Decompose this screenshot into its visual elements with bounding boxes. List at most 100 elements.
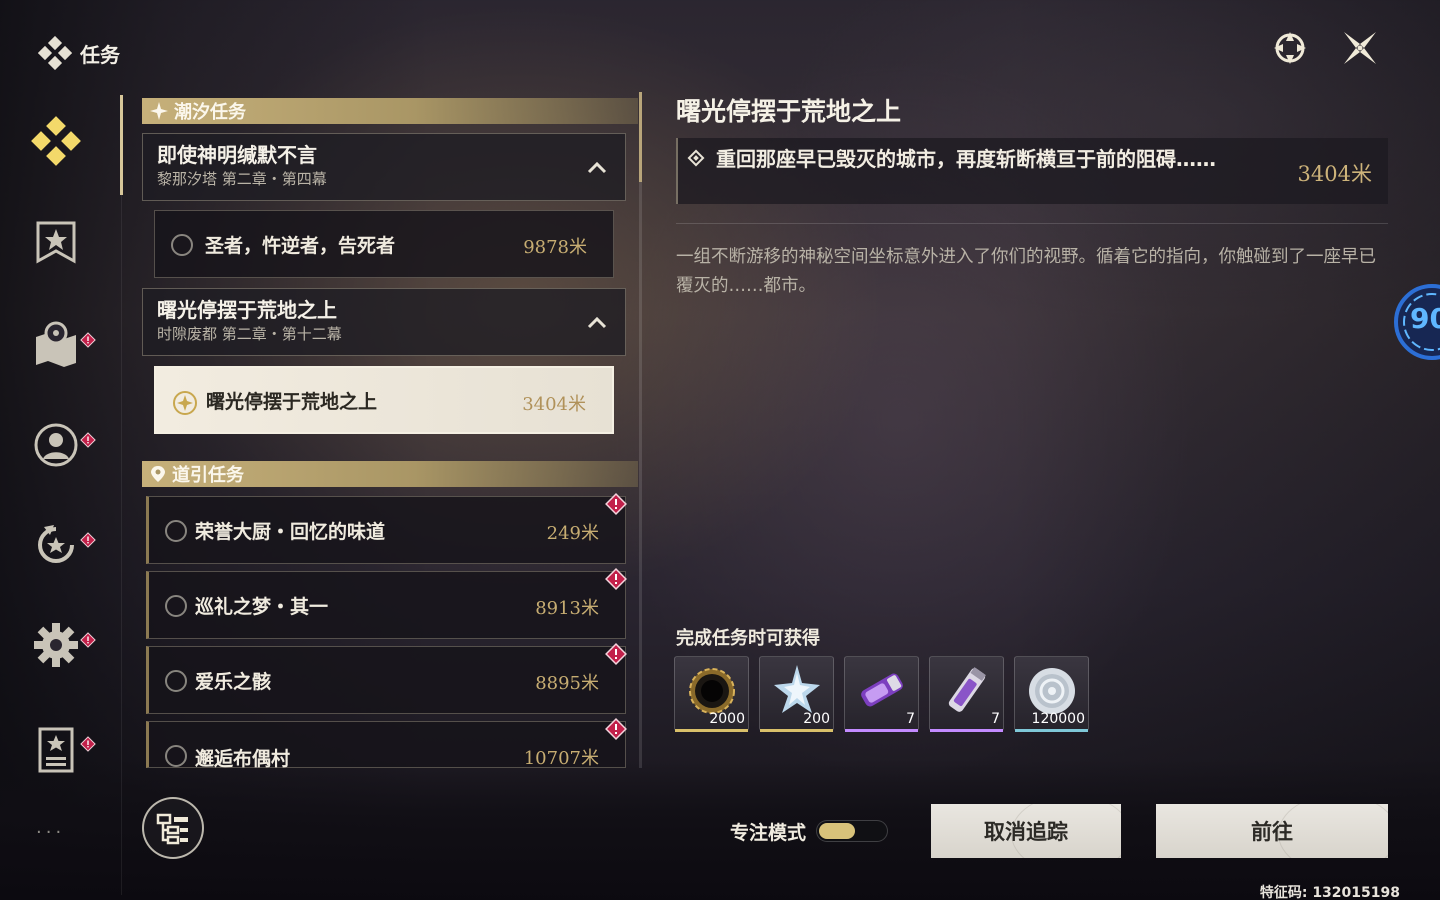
quest-row[interactable]: 荣誉大厨・回忆的味道 249米 — [146, 493, 627, 564]
sidebar-item-bookmarks[interactable] — [30, 215, 86, 271]
quest-distance: 8895米 — [535, 673, 599, 694]
section-title: 潮汐任务 — [174, 102, 246, 123]
objective-diamond-icon — [687, 149, 705, 167]
quest-distance: 3404米 — [522, 394, 586, 415]
sidebar-item-rewind[interactable] — [30, 519, 86, 575]
character-profile-icon — [34, 423, 78, 467]
alert-badge-icon — [605, 493, 627, 515]
quest-name: 荣誉大厨・回忆的味道 — [195, 520, 386, 543]
sidebar-item-documents[interactable] — [30, 723, 86, 779]
reward-count: 120000 — [1031, 711, 1085, 727]
quest-distance: 10707米 — [523, 748, 599, 769]
sidebar-item-settings[interactable] — [30, 619, 86, 675]
sidebar-more[interactable]: ··· — [36, 822, 65, 843]
bookmark-star-icon — [36, 221, 76, 264]
quest-objective: 重回那座早已毁灭的城市，再度斩断横亘于前的阻碍…… 3404米 — [676, 138, 1388, 204]
chevron-up-icon[interactable] — [587, 315, 607, 329]
vial-icon — [948, 667, 986, 712]
sidebar-item-map[interactable] — [30, 317, 86, 373]
sidebar-item-character[interactable] — [30, 419, 86, 475]
quest-name: 曙光停摆于荒地之上 — [206, 390, 378, 413]
rewards-list: 2000 200 7 7 120000 — [674, 656, 1089, 732]
quest-distance: 8913米 — [535, 598, 599, 619]
quest-row[interactable]: 邂逅布偶村 10707米 — [146, 718, 627, 770]
settings-gear-icon — [34, 623, 78, 667]
reward-item[interactable]: 7 — [844, 656, 919, 732]
alert-badge-icon — [80, 432, 96, 448]
chapter-row[interactable]: 曙光停摆于荒地之上 时隙废都 第二章・第十二幕 — [142, 288, 626, 356]
sparkle-icon — [150, 102, 168, 120]
chapter-subtitle: 时隙废都 第二章・第十二幕 — [157, 325, 342, 343]
alert-badge-icon — [605, 568, 627, 590]
section-header-guide: 道引任务 — [142, 461, 638, 487]
quest-name: 爱乐之骸 — [195, 670, 272, 693]
quest-row[interactable]: 圣者，忤逆者，告死者 9878米 — [154, 210, 614, 278]
quest-list-scroll-thumb[interactable] — [639, 92, 642, 182]
quest-name: 邂逅布偶村 — [195, 748, 291, 770]
rarity-bar — [930, 729, 1003, 732]
target-crosshair-icon[interactable] — [1270, 28, 1310, 68]
go-label: 前往 — [1251, 820, 1293, 844]
quest-row[interactable]: 巡礼之梦・其一 8913米 — [146, 568, 627, 639]
rewards-label: 完成任务时可获得 — [676, 628, 820, 649]
go-button[interactable]: 前往 — [1156, 804, 1388, 858]
focus-mode-toggle[interactable] — [816, 820, 888, 842]
tracking-star-icon[interactable] — [172, 390, 198, 416]
rarity-bar — [675, 729, 748, 732]
app-title: 任务 — [80, 42, 120, 67]
quest-detail-title: 曙光停摆于荒地之上 — [676, 97, 902, 126]
cancel-tracking-label: 取消追踪 — [984, 820, 1068, 844]
location-pin-icon — [151, 466, 165, 482]
feature-code: 特征码: 132015198 — [1259, 885, 1400, 900]
reward-item[interactable]: 200 — [759, 656, 834, 732]
chapter-title: 曙光停摆于荒地之上 — [157, 298, 337, 322]
reward-item[interactable]: 7 — [929, 656, 1004, 732]
focus-mode-knob — [819, 823, 855, 839]
reward-item[interactable]: 2000 — [674, 656, 749, 732]
purple-capsule-icon — [861, 673, 903, 707]
quest-row[interactable]: 爱乐之骸 8895米 — [146, 643, 627, 714]
button-decoration — [1278, 804, 1388, 858]
alert-badge-icon — [605, 718, 627, 740]
reward-item[interactable]: 120000 — [1014, 656, 1089, 732]
quest-name: 巡礼之梦・其一 — [195, 595, 329, 618]
section-header-tide: 潮汐任务 — [142, 98, 638, 124]
quest-distance: 249米 — [546, 523, 599, 544]
quest-radio[interactable] — [165, 595, 187, 617]
close-x-icon[interactable] — [1340, 28, 1380, 68]
sidebar-item-quests[interactable] — [30, 115, 86, 171]
quest-logo-icon — [38, 36, 72, 70]
rarity-bar — [1015, 729, 1088, 732]
chapter-title: 即使神明缄默不言 — [157, 143, 317, 167]
top-icons — [1270, 28, 1380, 68]
chevron-up-icon[interactable] — [587, 160, 607, 174]
rarity-bar — [760, 729, 833, 732]
focus-mode-label: 专注模式 — [730, 822, 807, 844]
objective-distance: 3404米 — [1297, 162, 1372, 186]
tree-structure-icon — [156, 813, 188, 845]
quest-radio[interactable] — [165, 745, 187, 767]
quest-radio[interactable] — [171, 234, 193, 256]
reward-count: 200 — [803, 711, 830, 727]
chapter-row[interactable]: 即使神明缄默不言 黎那汐塔 第二章・第四幕 — [142, 133, 626, 201]
alert-badge-icon — [80, 532, 96, 548]
chapter-subtitle: 黎那汐塔 第二章・第四幕 — [157, 170, 327, 188]
reward-count: 2000 — [709, 711, 745, 727]
alert-badge-icon — [80, 632, 96, 648]
section-title: 道引任务 — [172, 465, 244, 486]
quest-radio[interactable] — [165, 520, 187, 542]
cancel-tracking-button[interactable]: 取消追踪 — [931, 804, 1121, 858]
quest-tree-button[interactable] — [142, 797, 204, 859]
quest-row-selected[interactable]: 曙光停摆于荒地之上 3404米 — [154, 366, 614, 434]
quest-list-scrollbar[interactable] — [639, 92, 642, 768]
quest-name: 圣者，忤逆者，告死者 — [205, 234, 396, 257]
app-header: 任务 — [38, 36, 120, 70]
quest-distance: 9878米 — [523, 237, 587, 258]
reward-count: 7 — [991, 711, 1000, 727]
quest-description: 一组不断游移的神秘空间坐标意外进入了你们的视野。循着它的指向，你触碰到了一座早已… — [676, 247, 1376, 296]
alert-badge-icon — [80, 332, 96, 348]
active-nav-indicator — [120, 95, 123, 195]
alert-badge-icon — [80, 736, 96, 752]
quest-radio[interactable] — [165, 670, 187, 692]
sidebar-divider-line — [121, 195, 122, 895]
